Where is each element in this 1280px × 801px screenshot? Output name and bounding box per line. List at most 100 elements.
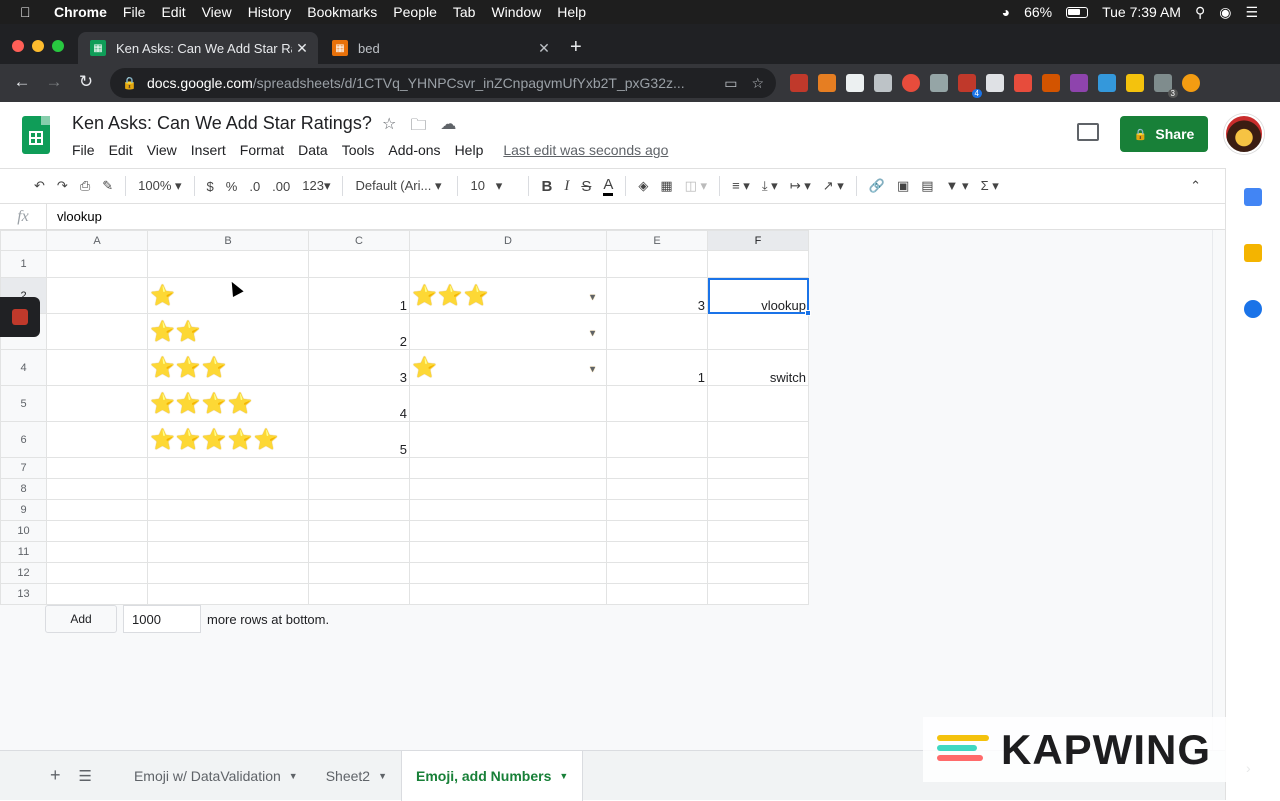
column-header-d[interactable]: D <box>409 230 607 251</box>
minimize-window-button[interactable] <box>32 40 44 52</box>
cell-c5[interactable]: 4 <box>308 385 410 422</box>
column-header-b[interactable]: B <box>147 230 309 251</box>
extension-icon[interactable] <box>818 74 836 92</box>
star-doc-icon[interactable]: ☆ <box>382 114 396 141</box>
menu-app-name[interactable]: Chrome <box>54 4 107 20</box>
zoom-window-button[interactable] <box>52 40 64 52</box>
calendar-icon[interactable] <box>1244 188 1262 206</box>
cell-d2[interactable]: ⭐⭐⭐ ▼ <box>409 277 607 314</box>
cell[interactable] <box>409 499 607 521</box>
wifi-icon[interactable]: ◕ <box>1002 4 1010 20</box>
dropdown-arrow-icon[interactable]: ▼ <box>588 292 598 302</box>
reload-icon[interactable]: ↻ <box>76 72 96 92</box>
cell[interactable] <box>409 478 607 500</box>
cell[interactable] <box>308 541 410 563</box>
new-tab-icon[interactable]: + <box>570 36 582 59</box>
cell[interactable] <box>409 520 607 542</box>
cell-e3[interactable] <box>606 313 708 350</box>
sheet-tab-active[interactable]: Emoji, add Numbers ▼ <box>401 750 584 801</box>
vertical-align-icon[interactable]: ⤓ ▾ <box>762 178 778 194</box>
functions-button[interactable]: Σ ▾ <box>981 178 999 194</box>
extension-icon[interactable] <box>1098 74 1116 92</box>
sheets-menu-data[interactable]: Data <box>298 142 328 158</box>
cell[interactable] <box>707 457 809 479</box>
adblock-extension-icon[interactable] <box>790 74 808 92</box>
cell[interactable] <box>409 541 607 563</box>
move-folder-icon[interactable]: 🗀 <box>410 114 426 141</box>
spotlight-icon[interactable]: ⚲ <box>1195 4 1205 21</box>
address-bar[interactable]: 🔒 docs.google.com /spreadsheets/d/1CTVq_… <box>110 68 776 98</box>
vertical-scrollbar[interactable] <box>1212 230 1225 750</box>
battery-icon[interactable] <box>1066 6 1089 18</box>
collapse-toolbar-icon[interactable]: ⌃ <box>1190 178 1201 194</box>
row-header[interactable]: 1 <box>0 250 47 278</box>
cell[interactable] <box>147 457 309 479</box>
cell[interactable] <box>46 499 148 521</box>
row-header[interactable]: 4 <box>0 349 47 386</box>
filter-icon[interactable]: ▼ ▾ <box>946 178 969 194</box>
menu-edit[interactable]: Edit <box>161 4 185 20</box>
sheets-logo-icon[interactable] <box>22 116 50 154</box>
paint-format-icon[interactable]: ✎ <box>102 178 113 194</box>
cell-c3[interactable]: 2 <box>308 313 410 350</box>
cast-icon[interactable]: ▭ <box>724 75 737 92</box>
strikethrough-button[interactable]: S <box>581 178 591 195</box>
extension-icon[interactable] <box>874 74 892 92</box>
extension-icon[interactable] <box>902 74 920 92</box>
cell[interactable] <box>707 541 809 563</box>
cell-e1[interactable] <box>606 250 708 278</box>
extension-icon[interactable]: 4 <box>958 74 982 98</box>
cell-a2[interactable] <box>46 277 148 314</box>
cell-c6[interactable]: 5 <box>308 421 410 458</box>
floating-extension-button[interactable] <box>0 297 40 337</box>
cell[interactable] <box>606 562 708 584</box>
row-header[interactable]: 11 <box>0 541 47 563</box>
cell[interactable] <box>308 583 410 605</box>
column-header-c[interactable]: C <box>308 230 410 251</box>
dropdown-arrow-icon[interactable]: ▼ <box>588 328 598 338</box>
cell-b5[interactable]: ⭐⭐⭐⭐ <box>147 385 309 422</box>
lock-icon[interactable]: 🔒 <box>122 76 137 90</box>
menu-history[interactable]: History <box>248 4 292 20</box>
cell[interactable] <box>409 562 607 584</box>
cell[interactable] <box>46 457 148 479</box>
cell[interactable] <box>147 520 309 542</box>
cell[interactable] <box>707 583 809 605</box>
menu-file[interactable]: File <box>123 4 146 20</box>
cell[interactable] <box>46 541 148 563</box>
more-formats-button[interactable]: 123▾ <box>302 178 330 194</box>
sheets-menu-addons[interactable]: Add-ons <box>388 142 440 158</box>
font-size-select[interactable]: 10 ▾ <box>470 178 516 194</box>
row-header[interactable]: 9 <box>0 499 47 521</box>
cell[interactable] <box>308 499 410 521</box>
dropdown-arrow-icon[interactable]: ▼ <box>588 364 598 374</box>
zoom-select[interactable]: 100% ▾ <box>138 178 181 194</box>
extension-icon[interactable] <box>1126 74 1144 92</box>
cell[interactable] <box>409 583 607 605</box>
comments-icon[interactable] <box>1077 123 1099 141</box>
italic-button[interactable]: I <box>564 178 569 195</box>
formula-input[interactable]: vlookup <box>46 204 1216 229</box>
column-header-a[interactable]: A <box>46 230 148 251</box>
all-sheets-icon[interactable]: ☰ <box>79 767 92 785</box>
increase-decimal-button[interactable]: .00 <box>272 179 290 194</box>
bookmark-star-icon[interactable]: ☆ <box>751 75 764 92</box>
add-rows-button[interactable]: Add <box>45 605 117 633</box>
notification-center-icon[interactable]: ☰ <box>1245 4 1258 21</box>
column-header-e[interactable]: E <box>606 230 708 251</box>
cell-c4[interactable]: 3 <box>308 349 410 386</box>
font-select[interactable]: Default (Ari... ▾ <box>355 178 445 194</box>
cell[interactable] <box>606 499 708 521</box>
sheets-menu-help[interactable]: Help <box>455 142 484 158</box>
cell[interactable] <box>606 520 708 542</box>
apple-icon[interactable]:  <box>20 4 36 20</box>
cell[interactable] <box>409 457 607 479</box>
cell[interactable] <box>606 457 708 479</box>
profile-icon[interactable] <box>1182 74 1200 92</box>
cell-d3[interactable]: ▼ <box>409 313 607 350</box>
cell-b3[interactable]: ⭐⭐ <box>147 313 309 350</box>
cell-e6[interactable] <box>606 421 708 458</box>
cell[interactable] <box>707 499 809 521</box>
sheets-menu-edit[interactable]: Edit <box>109 142 133 158</box>
menu-help[interactable]: Help <box>557 4 586 20</box>
